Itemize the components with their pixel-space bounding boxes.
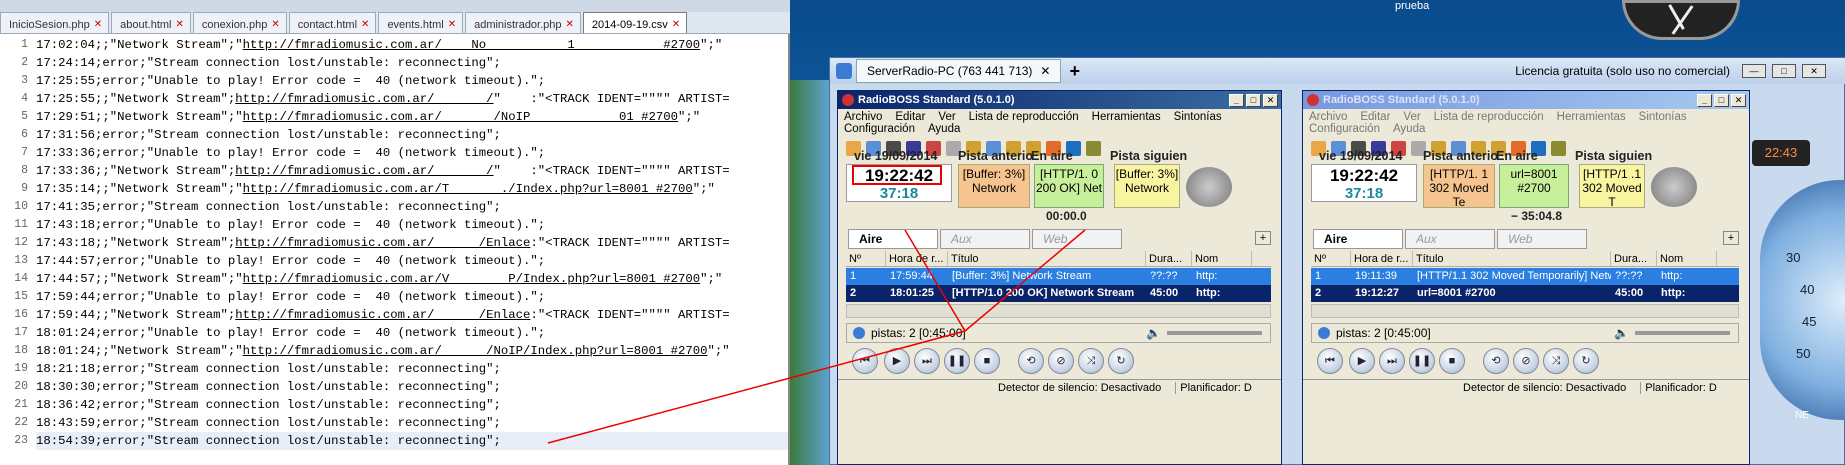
- annotation-line-from-time: [904, 229, 966, 332]
- annotation-overlay: [547, 229, 1086, 444]
- annotation-line-to-row: [547, 330, 966, 444]
- annotation-line-from-air: [964, 229, 1086, 332]
